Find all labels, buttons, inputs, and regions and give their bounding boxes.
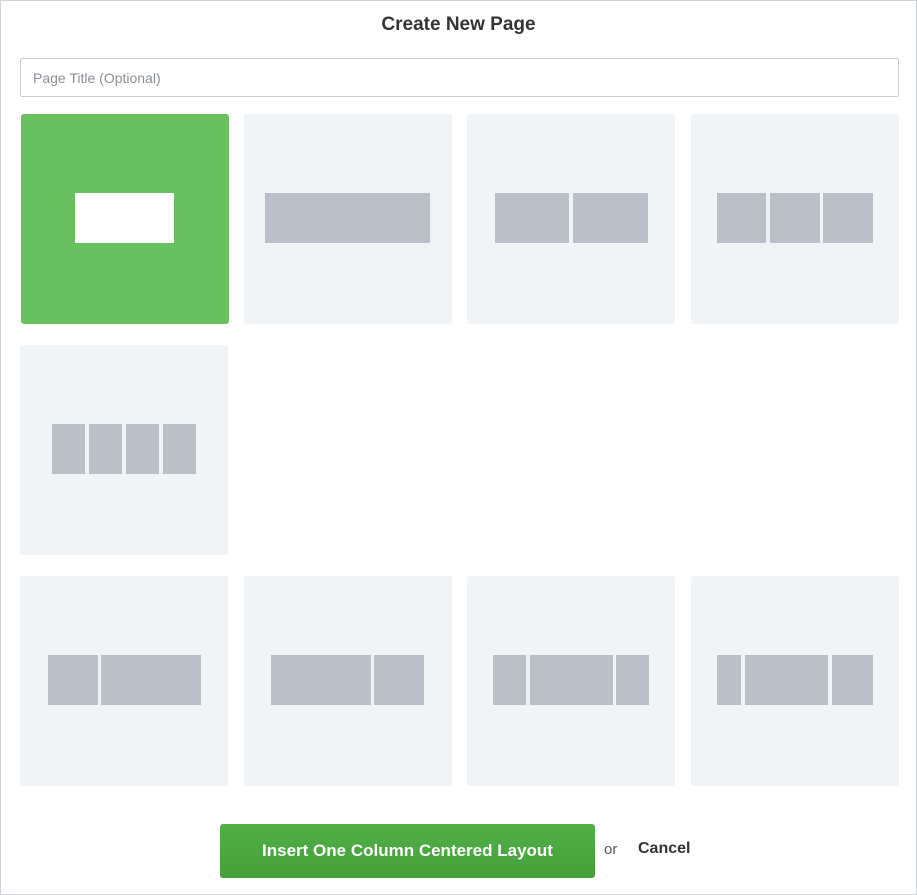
layout-right-sidebar[interactable] (244, 576, 452, 786)
layout-preview-column (616, 655, 649, 705)
layout-preview-column (717, 655, 741, 705)
layout-left-sidebar[interactable] (20, 576, 228, 786)
dialog-title: Create New Page (381, 14, 536, 35)
layout-preview-column (374, 655, 424, 705)
layout-narrow-left-wide-center[interactable] (691, 576, 899, 786)
or-separator: or (604, 841, 618, 858)
layout-preview-column (495, 193, 569, 243)
layout-preview-column (573, 193, 648, 243)
layout-preview-column (265, 193, 430, 243)
layout-preview-column (271, 655, 371, 705)
layout-preview-column (745, 655, 828, 705)
layout-preview-column (770, 193, 820, 243)
layout-centered-wide-column[interactable] (467, 576, 675, 786)
layout-preview-column (823, 193, 873, 243)
insert-layout-button[interactable]: Insert One Column Centered Layout (220, 824, 595, 878)
layout-one-column-full[interactable] (244, 114, 452, 324)
layout-preview-column (101, 655, 201, 705)
layout-three-columns[interactable] (691, 114, 899, 324)
layout-preview-column (832, 655, 873, 705)
layout-preview-column (717, 193, 766, 243)
layout-preview-column (75, 193, 174, 243)
cancel-button[interactable]: Cancel (638, 840, 690, 858)
layout-preview-column (530, 655, 613, 705)
layout-preview-column (52, 424, 85, 474)
layout-preview-column (48, 655, 98, 705)
layout-preview-column (126, 424, 159, 474)
create-page-dialog: Create New Page Page Title (Optional) In… (0, 0, 917, 895)
layout-preview-column (89, 424, 122, 474)
layout-preview-column (493, 655, 526, 705)
layout-four-columns[interactable] (20, 345, 228, 555)
layout-one-column-centered[interactable] (21, 114, 229, 324)
layout-preview-column (163, 424, 196, 474)
layout-two-columns[interactable] (467, 114, 675, 324)
page-title-input[interactable] (20, 58, 899, 97)
